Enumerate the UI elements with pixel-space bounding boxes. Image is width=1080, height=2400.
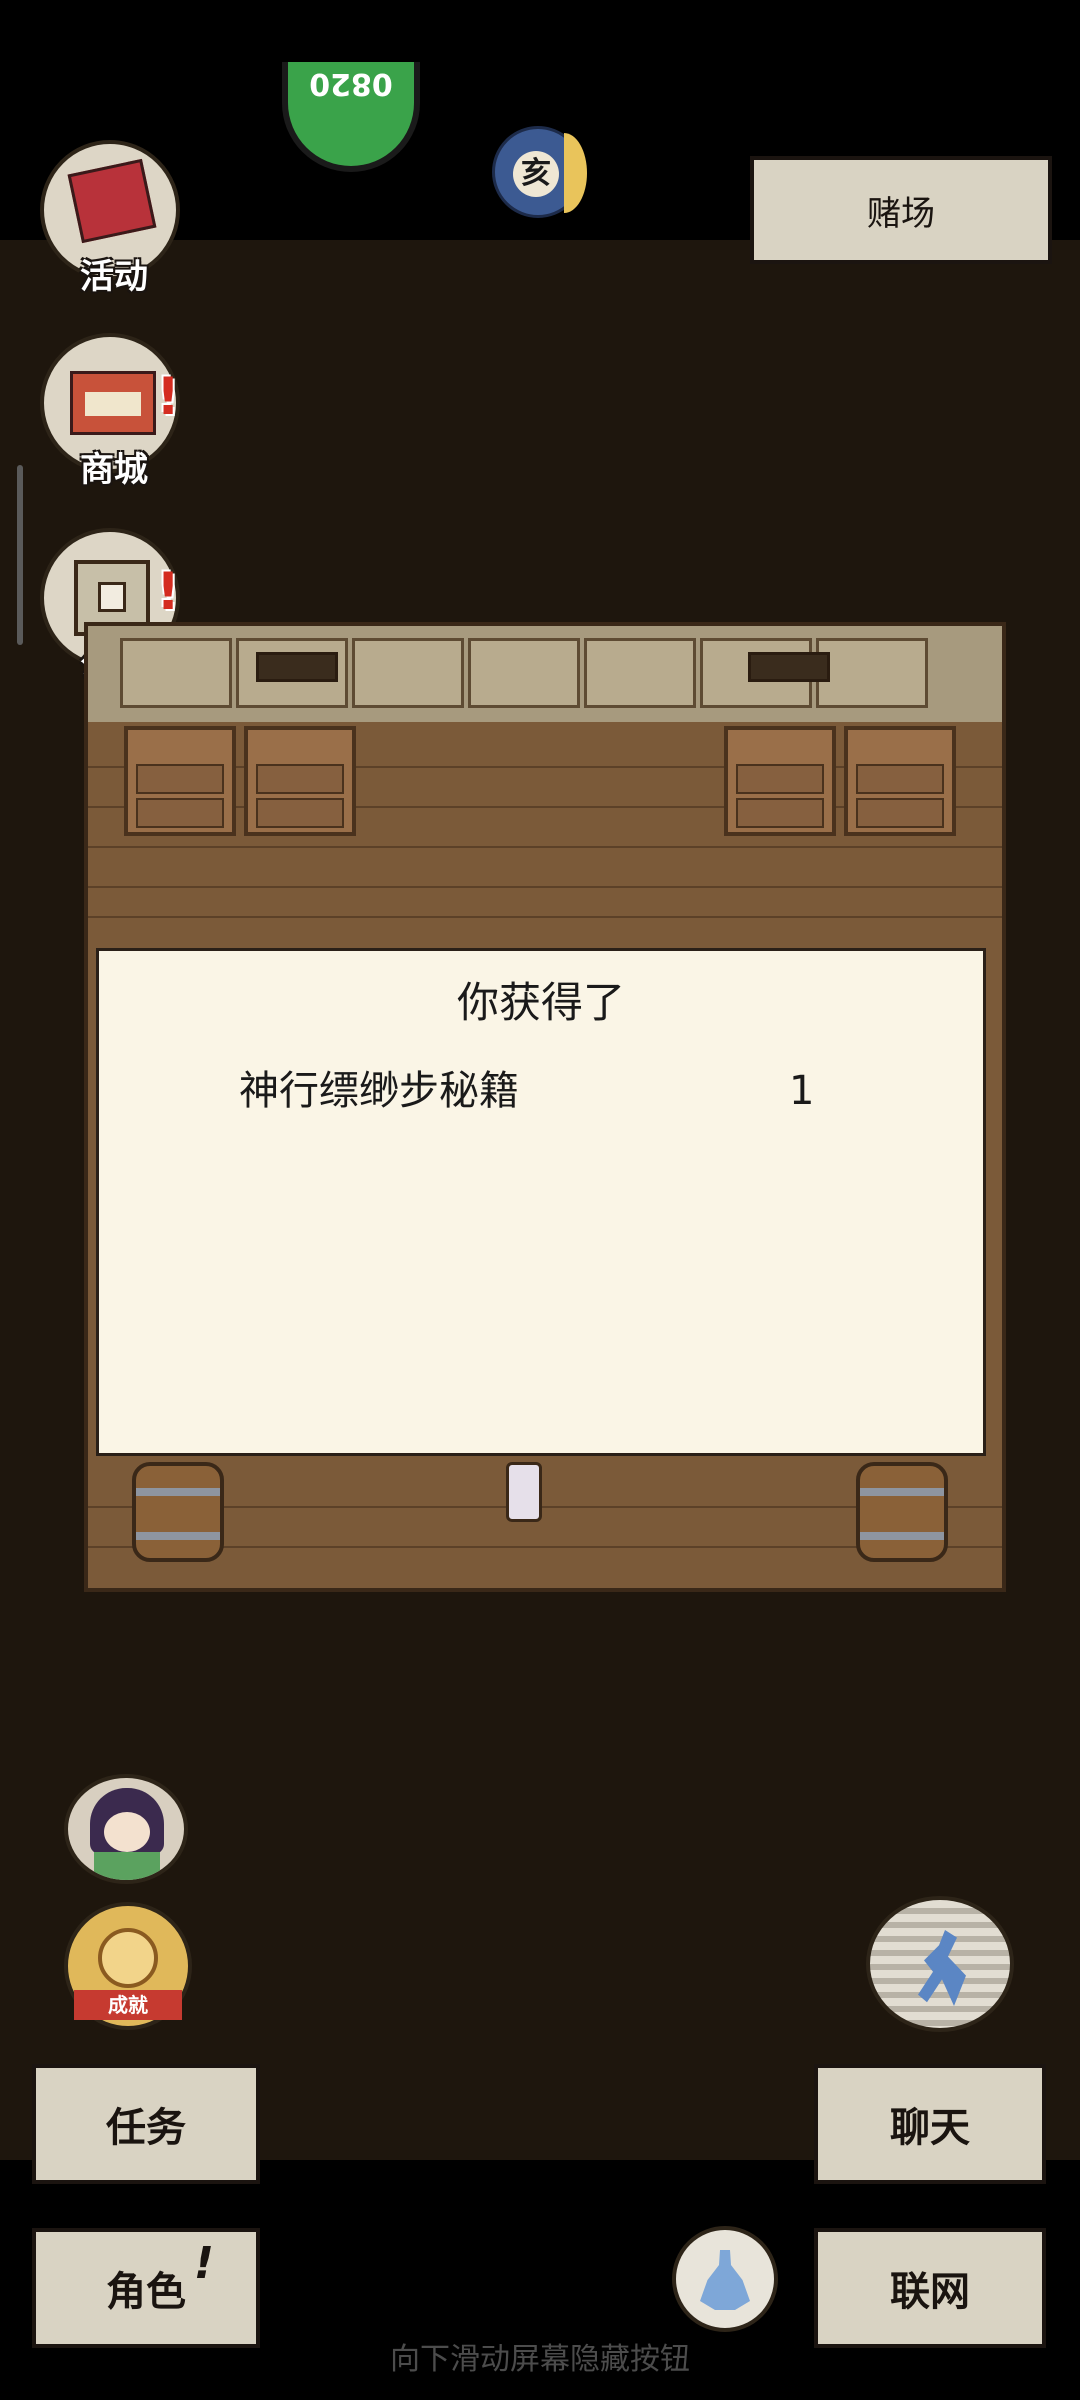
activity-label: 活动 [80,257,148,297]
role-button-label: 角色 [106,2269,186,2315]
task-button[interactable]: 任务 [32,2064,260,2184]
role-button[interactable]: 角色 ! [32,2228,260,2348]
dresser [244,726,356,836]
reward-item-name: 神行缥缈步秘籍 [239,1068,519,1114]
chat-button[interactable]: 聊天 [814,2064,1046,2184]
dresser [844,726,956,836]
dresser [724,726,836,836]
network-button-label: 联网 [890,2269,970,2315]
meditate-button[interactable] [672,2226,778,2332]
achievement-label: 成就 [74,1990,182,2020]
reward-dialog[interactable]: 你获得了 神行缥缈步秘籍 1 [96,948,986,1456]
activity-button[interactable]: 活动 [40,140,180,297]
casino-button[interactable]: 赌场 [750,156,1052,264]
banner-icon [67,158,157,244]
player-character [506,1462,542,1522]
room-wall [88,626,1002,722]
network-button[interactable]: 联网 [814,2228,1046,2348]
running-figure-icon [918,1930,966,2006]
dresser [124,726,236,836]
reward-item-row: 神行缥缈步秘籍 1 [149,1061,933,1121]
role-alert-mark: ! [193,2238,214,2289]
time-badge-char: 亥 [513,151,559,197]
companion-avatar[interactable] [64,1774,188,1884]
vent-left [256,652,338,682]
dialog-title: 你获得了 [456,978,625,1027]
notice-alert-icon: ! [156,562,180,622]
chat-button-label: 聊天 [890,2105,970,2151]
scroll-indicator [17,465,23,645]
casino-button-label: 赌场 [867,193,935,234]
task-button-label: 任务 [106,2105,186,2151]
shop-label: 商城 [80,450,148,490]
barrel [132,1462,224,1562]
medal-icon [98,1928,158,1988]
avatar-robe [94,1852,160,1880]
achievement-button[interactable]: 成就 [64,1902,192,2030]
shop-alert-icon: ! [156,367,180,427]
sprint-button[interactable] [866,1896,1014,2032]
avatar-face [104,1812,150,1852]
status-circle-text: 0820 [309,66,393,101]
reward-item-count: 1 [789,1068,815,1114]
shop-icon [70,371,156,435]
time-moon-badge[interactable]: 亥 [492,126,587,218]
meditation-figure-icon [700,2250,750,2310]
barrel [856,1462,948,1562]
shop-button[interactable]: ! 商城 [40,333,180,490]
hide-buttons-hint: 向下滑动屏幕隐藏按钮 [390,2342,690,2377]
vent-right [748,652,830,682]
